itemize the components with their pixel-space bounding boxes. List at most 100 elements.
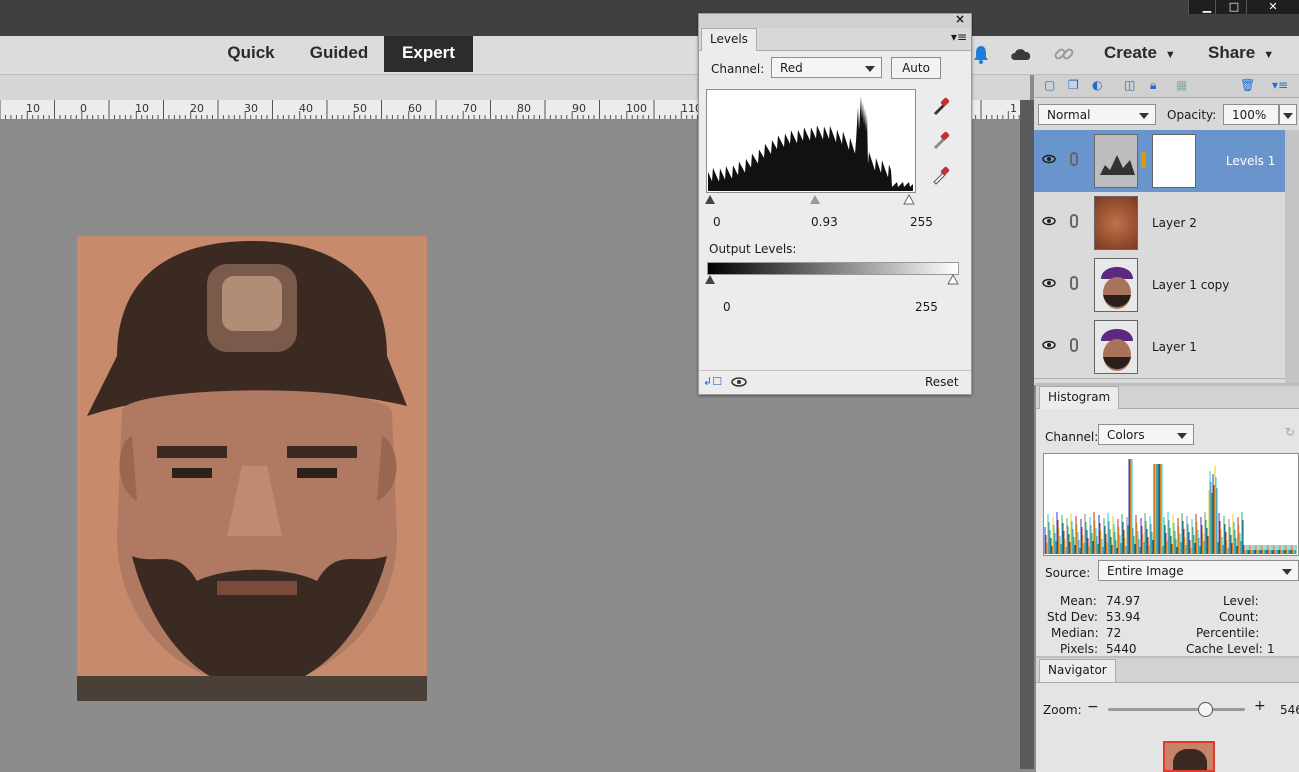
tab-strip: Navigator [1036, 656, 1299, 683]
ruler-label: 10 [26, 102, 40, 115]
midtone-input-slider[interactable] [810, 195, 820, 204]
stddev-value: 53.94 [1106, 610, 1141, 624]
layer-name: Layer 1 copy [1152, 278, 1230, 292]
input-black-value[interactable]: 0 [713, 215, 721, 229]
gray-eyedropper-icon[interactable] [931, 130, 951, 150]
link-icon[interactable] [1053, 43, 1075, 65]
layer-name: Layer 1 [1152, 340, 1197, 354]
tab-guided[interactable]: Guided [298, 36, 380, 72]
trash-icon[interactable]: 🗑︎ [1240, 78, 1255, 92]
layer-thumbnail [1094, 320, 1138, 374]
link-icon[interactable] [1070, 152, 1078, 166]
layers-scrollbar[interactable] [1285, 130, 1299, 385]
layer-name: Levels 1 [1226, 154, 1276, 168]
ruler-label: 70 [463, 102, 477, 115]
ruler-label: 80 [517, 102, 531, 115]
pixels-value: 5440 [1106, 642, 1137, 656]
output-levels-label: Output Levels: [709, 242, 797, 256]
ruler-label: 1 [1010, 102, 1017, 115]
channel-dropdown[interactable]: Colors [1098, 424, 1194, 445]
link-icon[interactable] [1070, 214, 1078, 228]
blend-mode-dropdown[interactable]: Normal [1038, 104, 1156, 125]
white-input-slider[interactable] [903, 193, 915, 205]
link-icon[interactable] [1070, 338, 1078, 352]
zoom-slider-handle[interactable] [1198, 702, 1213, 717]
opacity-input[interactable]: 100% [1223, 104, 1279, 125]
source-label: Source: [1045, 566, 1091, 580]
panel-menu-icon[interactable]: ▾≡ [1272, 78, 1288, 92]
zoom-value[interactable]: 546 [1280, 703, 1299, 717]
document-image[interactable] [77, 236, 427, 701]
layer-name: Layer 2 [1152, 216, 1197, 230]
vertical-scrollbar[interactable] [1020, 100, 1034, 769]
group-icon[interactable]: ❐ [1068, 78, 1079, 92]
visibility-eye-icon[interactable] [1042, 152, 1056, 166]
mode-bar: Quick Guided Expert Create ▼ Share ▼ [0, 36, 1299, 75]
title-bar: ▁ □ ✕ [0, 0, 1299, 36]
white-eyedropper-icon[interactable] [931, 165, 951, 185]
input-mid-value[interactable]: 0.93 [811, 215, 838, 229]
color-histogram [1043, 453, 1299, 556]
chevron-down-icon: ▼ [1263, 49, 1275, 61]
eye-icon[interactable] [731, 376, 747, 388]
input-white-value[interactable]: 255 [910, 215, 933, 229]
white-output-slider[interactable] [947, 273, 959, 285]
levels-panel: × Levels ▾≡ Channel: Red Auto 0 0.93 255… [698, 12, 972, 395]
input-slider-track [705, 193, 915, 205]
new-layer-icon[interactable]: ▢ [1044, 78, 1055, 92]
ruler-label: 60 [408, 102, 422, 115]
lock-transparency-icon[interactable]: ▦ [1176, 78, 1187, 92]
black-eyedropper-icon[interactable] [931, 96, 951, 116]
layer-thumbnail [1094, 258, 1138, 312]
output-white-value[interactable]: 255 [915, 300, 938, 314]
layer-row[interactable]: Layer 1 [1034, 316, 1285, 379]
layer-row[interactable]: Layer 1 copy [1034, 254, 1285, 317]
bell-icon[interactable] [972, 44, 990, 64]
layer-row[interactable]: Layer 2 [1034, 192, 1285, 255]
panel-menu-icon[interactable]: ▾≡ [951, 30, 967, 44]
visibility-eye-icon[interactable] [1042, 276, 1056, 290]
visibility-eye-icon[interactable] [1042, 338, 1056, 352]
layer-row[interactable]: Levels 1 [1034, 130, 1285, 193]
source-dropdown[interactable]: Entire Image [1098, 560, 1299, 581]
black-output-slider[interactable] [705, 275, 715, 284]
zoom-in-icon[interactable]: + [1254, 698, 1266, 714]
tab-navigator[interactable]: Navigator [1039, 659, 1116, 682]
reset-button[interactable]: Reset [925, 375, 959, 389]
opacity-dropdown[interactable] [1279, 104, 1297, 125]
cloud-icon[interactable] [1009, 46, 1033, 62]
output-black-value[interactable]: 0 [723, 300, 731, 314]
auto-button[interactable]: Auto [891, 57, 941, 79]
chain-icon[interactable] [1141, 152, 1146, 168]
create-button[interactable]: Create ▼ [1104, 36, 1176, 72]
zoom-label: Zoom: [1043, 703, 1082, 717]
stddev-label: Std Dev: [1047, 610, 1098, 624]
ruler-label: 10 [135, 102, 149, 115]
black-input-slider[interactable] [705, 195, 715, 204]
tab-expert[interactable]: Expert [384, 36, 473, 72]
cache-level-label: Cache Level: [1186, 642, 1263, 656]
tab-levels[interactable]: Levels [701, 28, 757, 51]
channel-dropdown[interactable]: Red [771, 57, 882, 78]
refresh-icon[interactable]: ↻ [1285, 425, 1295, 439]
ruler-label: 100 [626, 102, 647, 115]
visibility-eye-icon[interactable] [1042, 214, 1056, 228]
layer-mask-thumbnail[interactable] [1152, 134, 1196, 188]
tab-strip: Levels ▾≡ [699, 28, 971, 51]
input-histogram [706, 89, 916, 193]
clip-to-layer-icon[interactable]: ↲☐ [703, 375, 722, 388]
cache-level-value: 1 [1267, 642, 1275, 656]
mask-icon[interactable]: ◫ [1124, 78, 1135, 92]
zoom-slider[interactable] [1108, 708, 1245, 711]
close-icon[interactable]: × [955, 12, 965, 26]
tab-quick[interactable]: Quick [215, 36, 287, 72]
close-button[interactable]: ✕ [1246, 0, 1299, 14]
navigator-preview[interactable] [1163, 741, 1215, 772]
tab-histogram[interactable]: Histogram [1039, 386, 1120, 409]
adjustment-icon[interactable]: ◐ [1092, 78, 1102, 92]
share-button[interactable]: Share ▼ [1208, 36, 1274, 72]
zoom-out-icon[interactable]: − [1087, 699, 1099, 715]
chevron-down-icon: ▼ [1164, 49, 1176, 61]
lock-icon[interactable]: 🔒︎ [1150, 78, 1156, 93]
link-icon[interactable] [1070, 276, 1078, 290]
